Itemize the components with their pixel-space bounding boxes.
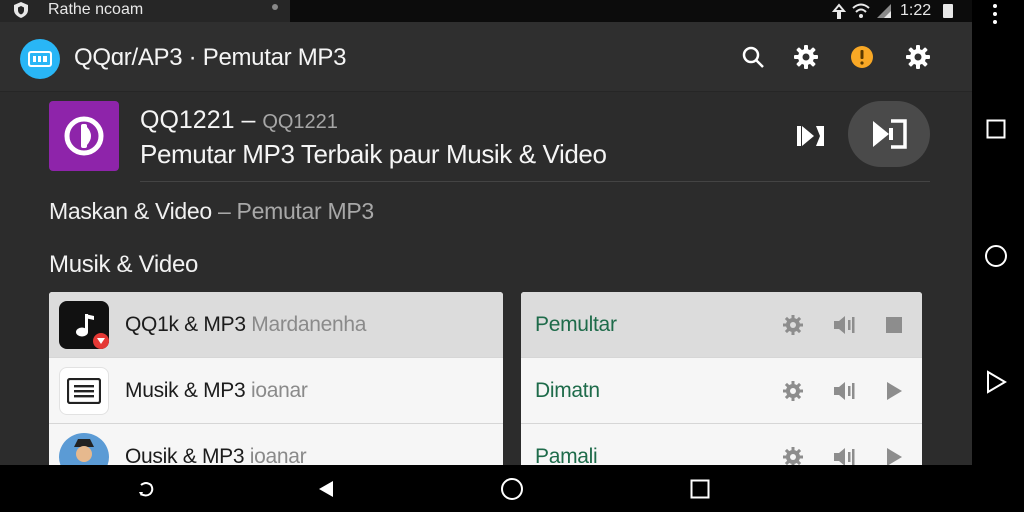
status-title: Rathe ncoam: [48, 1, 144, 18]
info-icon[interactable]: [847, 42, 877, 72]
app-logo-glyph: [28, 51, 52, 67]
back-icon[interactable]: [980, 366, 1012, 398]
hero-subtitle: Pemutar MP3 Terbaik paur Musik & Video: [140, 139, 607, 169]
control-row[interactable]: Pamali: [521, 424, 922, 465]
status-dot: [272, 4, 278, 10]
list-item-detail: Mardanenha: [251, 313, 367, 336]
gear-icon[interactable]: [779, 311, 807, 339]
gear-icon[interactable]: [779, 443, 807, 465]
hero-title: QQ1221 – QQ1221: [140, 105, 338, 137]
gear-icon[interactable]: [791, 42, 821, 72]
avatar-icon: [59, 433, 109, 465]
battery-icon: [943, 4, 954, 18]
more-vert-icon[interactable]: [993, 4, 997, 28]
play-icon[interactable]: [880, 377, 908, 405]
list-item-label: QQ1k & MP3 Mardanenha: [125, 313, 366, 337]
app-logo-icon[interactable]: [20, 39, 60, 79]
player-logo-icon: [64, 116, 104, 156]
control-row-label: Pemultar: [535, 313, 617, 336]
play-frame-icon: [873, 119, 907, 149]
nav-recents-icon[interactable]: [684, 473, 716, 505]
hero-title-main: QQ1221 –: [140, 106, 256, 134]
section-title: Musik & Video: [49, 251, 199, 278]
control-row[interactable]: Pemultar: [521, 292, 922, 358]
divider: [140, 181, 930, 182]
app-icon[interactable]: [49, 101, 119, 171]
bottom-nav-bar: [0, 465, 972, 512]
control-row-label: Pamali: [535, 445, 598, 465]
main-content: QQ1221 – QQ1221 Pemutar MP3 Terbaik paur…: [0, 92, 972, 465]
status-bar: Rathe ncoam 1:22: [0, 0, 972, 22]
signal-icon: [832, 3, 846, 19]
status-tab: Rathe ncoam: [0, 0, 290, 22]
volume-icon[interactable]: [830, 311, 858, 339]
nav-back-icon[interactable]: [310, 473, 342, 505]
list-item-name: Ousik & MP3: [125, 445, 245, 465]
list-item[interactable]: Ousik & MP3 ioanar: [49, 424, 503, 465]
list-item[interactable]: Musik & MP3 ioanar: [49, 358, 503, 424]
breadcrumb: Maskan & Video – Pemutar MP3: [49, 197, 374, 225]
app-bar: QQɑr/AP3 · Pemutar MP3: [0, 22, 972, 92]
list-item-name: Musik & MP3: [125, 379, 246, 402]
cell-signal-icon: [877, 4, 891, 18]
nav-home-icon[interactable]: [496, 473, 528, 505]
music-note-icon: [59, 301, 109, 349]
breadcrumb-separator: –: [211, 198, 237, 224]
message-list-icon: [59, 367, 109, 415]
app-title: QQɑr/AP3 · Pemutar MP3: [74, 44, 347, 71]
home-icon[interactable]: [980, 240, 1012, 272]
play-icon[interactable]: [880, 443, 908, 465]
list-item[interactable]: QQ1k & MP3 Mardanenha: [49, 292, 503, 358]
media-list: QQ1k & MP3 Mardanenha Musik & MP3 ioanar: [49, 292, 503, 465]
player-controls-list: Pemultar Dimatn Pamali: [521, 292, 922, 465]
rotate-icon[interactable]: [130, 473, 162, 505]
settings-icon[interactable]: [903, 42, 933, 72]
stop-icon[interactable]: [880, 311, 908, 339]
list-item-name: QQ1k & MP3: [125, 313, 246, 336]
list-item-detail: ioanar: [249, 445, 307, 465]
shield-icon: [14, 2, 28, 18]
search-icon[interactable]: [738, 42, 768, 72]
notification-badge: [93, 333, 109, 349]
gear-icon[interactable]: [779, 377, 807, 405]
status-icons: 1:22: [832, 2, 954, 20]
control-row[interactable]: Dimatn: [521, 358, 922, 424]
volume-icon[interactable]: [830, 377, 858, 405]
status-time: 1:22: [900, 2, 932, 19]
recents-icon[interactable]: [980, 113, 1012, 145]
wifi-icon: [852, 3, 870, 18]
volume-icon[interactable]: [830, 443, 858, 465]
play-button[interactable]: [848, 101, 930, 167]
control-row-label: Dimatn: [535, 379, 600, 402]
list-item-label: Ousik & MP3 ioanar: [125, 445, 307, 465]
hero-title-sub: QQ1221: [262, 111, 338, 133]
skip-icon[interactable]: [790, 120, 830, 152]
list-item-detail: ioanar: [250, 379, 308, 402]
list-item-label: Musik & MP3 ioanar: [125, 379, 308, 403]
breadcrumb-primary[interactable]: Maskan & Video: [49, 198, 212, 224]
breadcrumb-secondary[interactable]: Pemutar MP3: [237, 198, 375, 224]
